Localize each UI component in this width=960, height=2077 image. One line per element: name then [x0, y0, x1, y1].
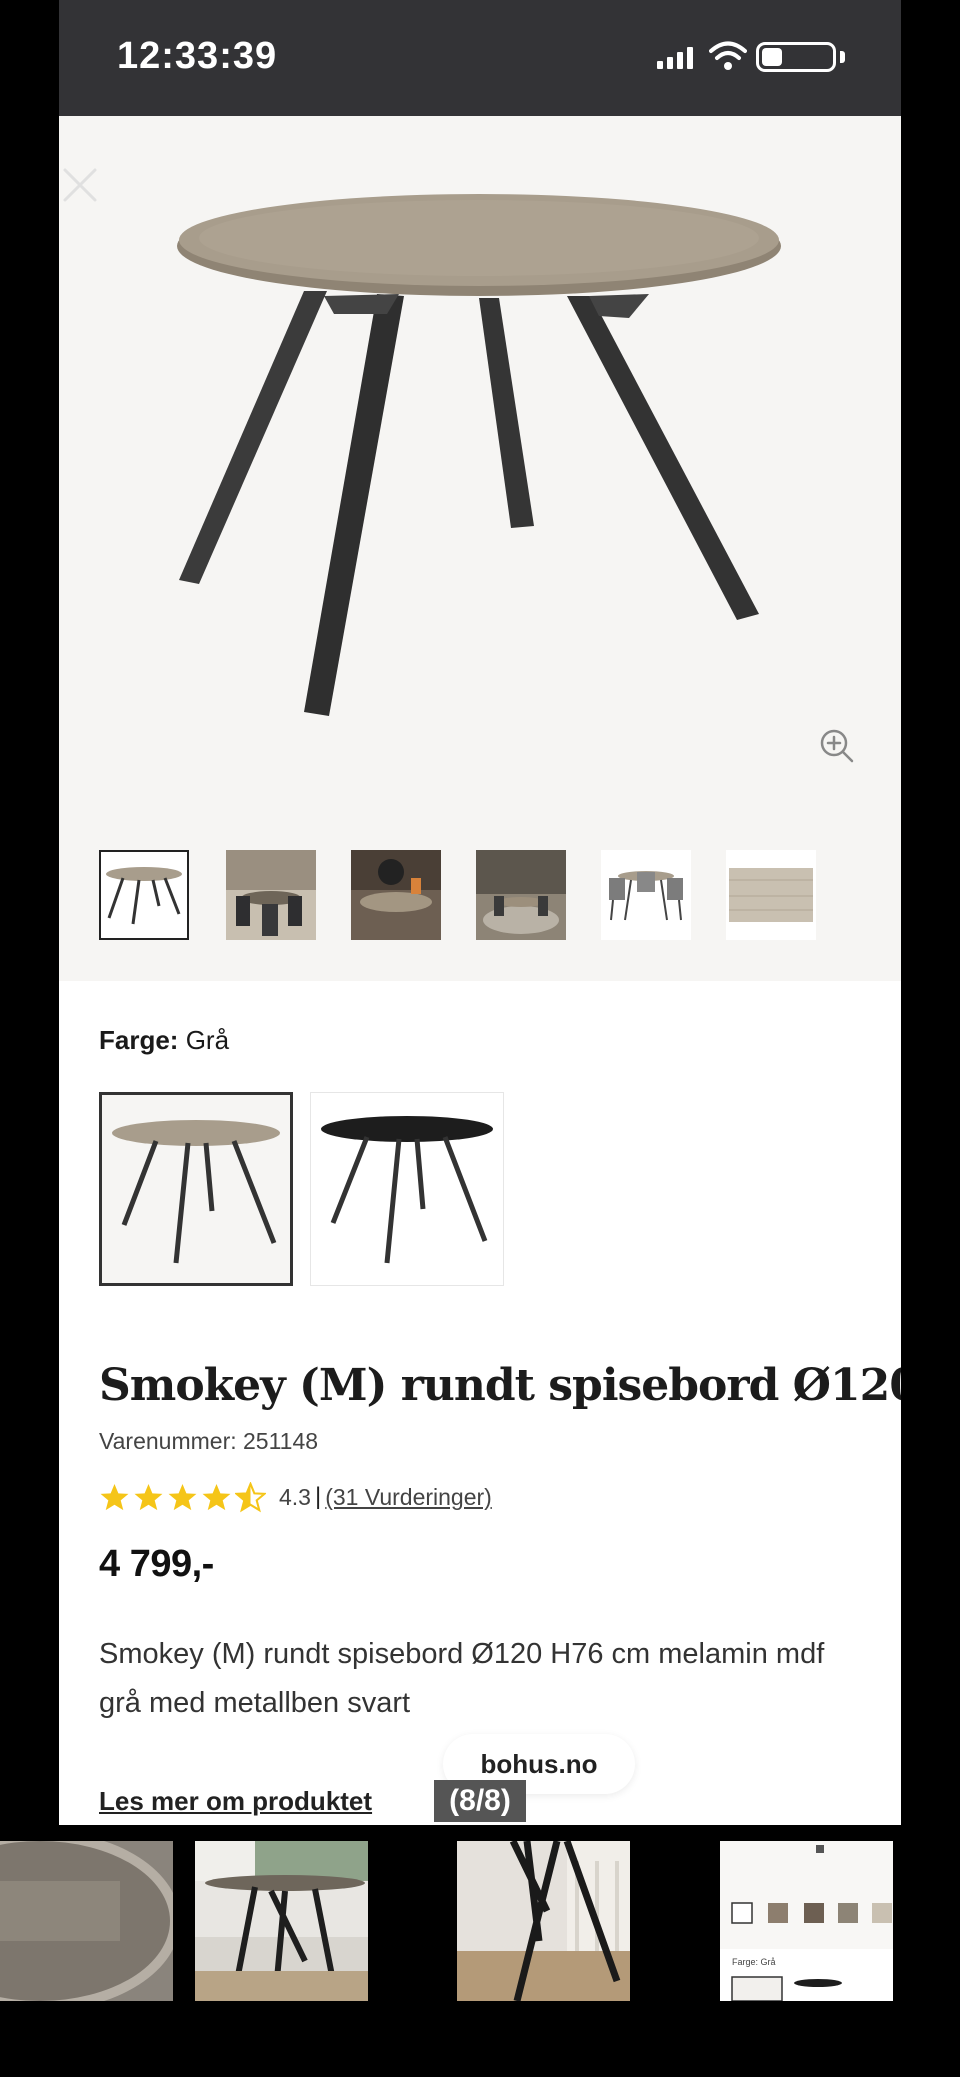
zoom-icon[interactable] [819, 728, 855, 764]
strip-thumbnail-text: Farge: Grå [732, 1957, 776, 1967]
battery-icon [756, 42, 836, 72]
product-sku: Varenummer: 251148 [99, 1428, 319, 1454]
star-icon [168, 1483, 197, 1510]
strip-thumbnail[interactable]: Farge: Grå [720, 1841, 893, 2001]
status-time: 12:33:39 [117, 35, 278, 77]
product-description: Smokey (M) rundt spisebord Ø120 H76 cm m… [99, 1638, 825, 1719]
rating-value: 4.3 [279, 1483, 311, 1510]
product-title: Smokey (M) rundt spisebord Ø120 [99, 1360, 901, 1411]
strip-thumbnail[interactable] [195, 1841, 368, 2001]
gallery-thumbnail[interactable] [226, 850, 316, 940]
star-half-icon [235, 1481, 266, 1512]
product-rating: 4.3 | (31 Vurderinger) [99, 1480, 492, 1514]
product-price: 4 799,- [99, 1543, 214, 1585]
product-gallery [59, 116, 901, 981]
color-label: Farge: [99, 1025, 179, 1055]
color-selector-label: Farge: Grå [99, 1025, 229, 1056]
star-icon [100, 1483, 129, 1510]
gallery-thumbnail[interactable] [99, 850, 189, 940]
product-hero-image[interactable] [159, 146, 799, 826]
wifi-icon [709, 41, 747, 70]
read-more-link[interactable]: Les mer om produktet [99, 1786, 372, 1817]
image-counter: (8/8) [434, 1780, 526, 1822]
image-strip: Farge: Grå [0, 1825, 960, 2077]
star-icon [134, 1483, 163, 1510]
gallery-thumbnail[interactable] [601, 850, 691, 940]
strip-thumbnail[interactable] [457, 1841, 630, 2001]
strip-thumbnail[interactable] [0, 1841, 173, 2001]
star-icon [202, 1483, 231, 1510]
status-bar: 12:33:39 [59, 0, 901, 116]
color-swatch-black[interactable] [310, 1092, 504, 1286]
close-icon[interactable] [61, 166, 99, 204]
rating-separator: | [314, 1483, 322, 1510]
gallery-thumbnail[interactable] [351, 850, 441, 940]
cellular-signal-icon [657, 47, 693, 69]
gallery-thumbnail[interactable] [726, 850, 816, 940]
screenshot-frame: 12:33:39 Farge: Grå Smokey (M) rundt spi… [59, 0, 901, 1825]
reviews-link[interactable]: (31 Vurderinger) [325, 1484, 492, 1511]
color-swatch-gray[interactable] [99, 1092, 293, 1286]
gallery-thumbnail[interactable] [476, 850, 566, 940]
color-value: Grå [185, 1025, 230, 1055]
